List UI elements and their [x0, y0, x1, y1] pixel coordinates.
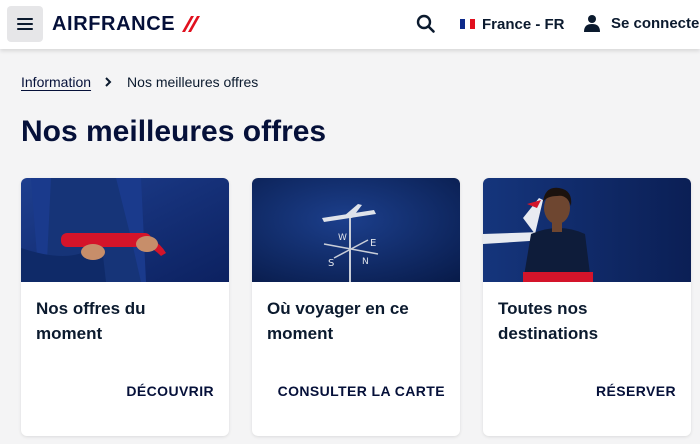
svg-text:E: E	[370, 238, 376, 249]
svg-text:S: S	[328, 258, 334, 269]
logo-text: AIRFRANCE	[52, 12, 176, 35]
view-map-link[interactable]: CONSULTER LA CARTE	[278, 383, 445, 399]
card-image-woman-red-ribbon	[21, 178, 229, 282]
user-icon	[584, 15, 600, 32]
offer-card-deals[interactable]: Nos offres du moment DÉCOUVRIR	[21, 178, 229, 436]
discover-link[interactable]: DÉCOUVRIR	[126, 383, 214, 399]
card-title: Où voyager en ce moment	[267, 299, 409, 343]
menu-button[interactable]	[7, 6, 43, 42]
country-label: France - FR	[482, 15, 565, 33]
card-title: Toutes nos destinations	[498, 299, 599, 343]
hamburger-icon	[17, 18, 33, 30]
card-image-weathervane: S E W N	[252, 178, 460, 282]
login-label: Se connecter	[611, 14, 700, 32]
breadcrumb: Information Nos meilleures offres	[21, 72, 258, 92]
logo-mark-icon	[182, 16, 201, 32]
page-title: Nos meilleures offres	[21, 115, 327, 148]
search-button[interactable]	[415, 13, 437, 35]
breadcrumb-link-information[interactable]: Information	[21, 74, 91, 90]
country-selector[interactable]: France - FR	[460, 13, 565, 35]
search-icon	[416, 14, 435, 33]
book-link[interactable]: RÉSERVER	[596, 383, 676, 399]
offer-card-destinations[interactable]: Toutes nos destinations RÉSERVER	[483, 178, 691, 436]
card-image-flight-attendant	[483, 178, 691, 282]
top-header: AIRFRANCE France - FR Se connecter	[0, 0, 700, 49]
airfrance-logo[interactable]: AIRFRANCE	[52, 12, 201, 36]
france-flag-icon	[460, 19, 475, 29]
login-button[interactable]: Se connecter	[584, 12, 700, 34]
svg-text:N: N	[362, 257, 369, 267]
chevron-right-icon	[105, 77, 112, 87]
breadcrumb-current: Nos meilleures offres	[127, 74, 259, 90]
offer-card-where-to-travel[interactable]: S E W N Où voyager en ce moment CONSULTE…	[252, 178, 460, 436]
card-title: Nos offres du moment	[36, 299, 146, 343]
svg-text:W: W	[338, 233, 347, 243]
